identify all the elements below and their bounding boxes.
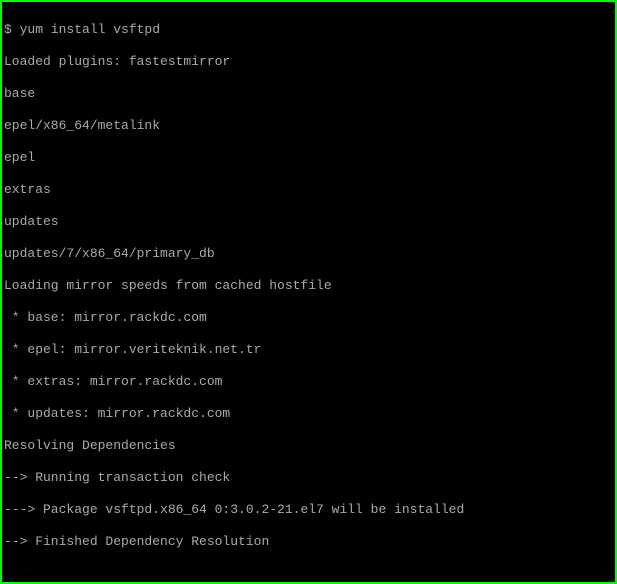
output-line bbox=[4, 566, 613, 582]
output-line: Loaded plugins: fastestmirror bbox=[4, 54, 613, 70]
output-line: extras bbox=[4, 182, 613, 198]
output-line: * epel: mirror.veriteknik.net.tr bbox=[4, 342, 613, 358]
output-line: epel bbox=[4, 150, 613, 166]
terminal-window[interactable]: $ yum install vsftpd Loaded plugins: fas… bbox=[0, 0, 617, 584]
output-line: * base: mirror.rackdc.com bbox=[4, 310, 613, 326]
output-line: * extras: mirror.rackdc.com bbox=[4, 374, 613, 390]
output-line: epel/x86_64/metalink bbox=[4, 118, 613, 134]
output-line: ---> Package vsftpd.x86_64 0:3.0.2-21.el… bbox=[4, 502, 613, 518]
output-line: --> Finished Dependency Resolution bbox=[4, 534, 613, 550]
command-prompt-line: $ yum install vsftpd bbox=[4, 22, 613, 38]
output-line: * updates: mirror.rackdc.com bbox=[4, 406, 613, 422]
output-line: base bbox=[4, 86, 613, 102]
output-line: --> Running transaction check bbox=[4, 470, 613, 486]
output-line: updates bbox=[4, 214, 613, 230]
output-line: Loading mirror speeds from cached hostfi… bbox=[4, 278, 613, 294]
output-line: Resolving Dependencies bbox=[4, 438, 613, 454]
output-line: updates/7/x86_64/primary_db bbox=[4, 246, 613, 262]
